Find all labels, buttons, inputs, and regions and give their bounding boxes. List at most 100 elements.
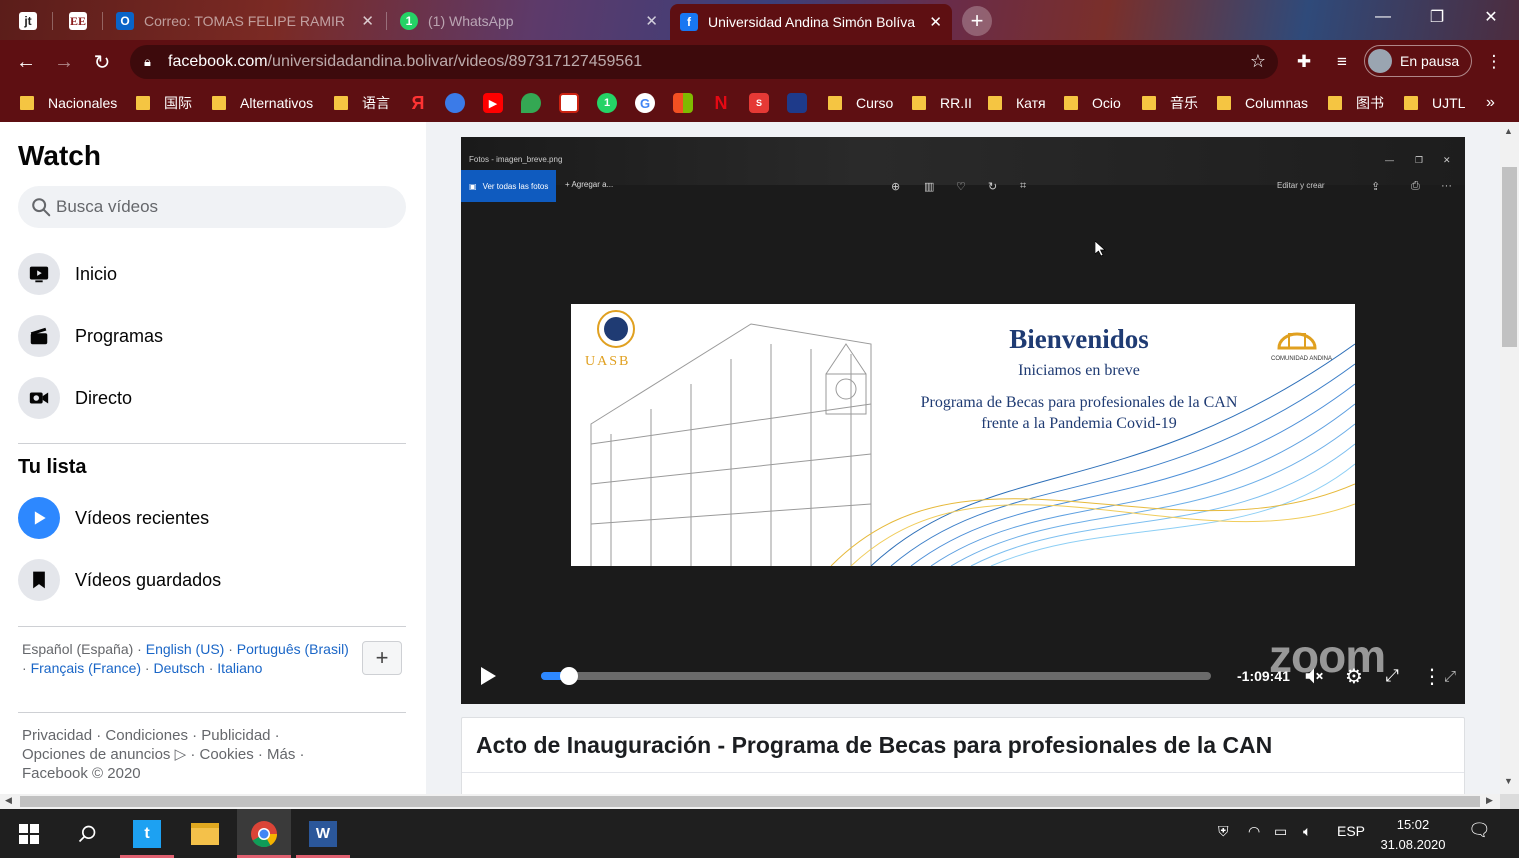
microsoft-icon[interactable]: [673, 93, 693, 113]
sidebar-item-recientes[interactable]: Vídeos recientes: [18, 494, 406, 542]
menu-kebab-icon[interactable]: ⋮: [1482, 50, 1506, 74]
bookmark-folder-yuyan[interactable]: 语言: [334, 92, 390, 114]
news-icon[interactable]: S: [749, 93, 769, 113]
search-placeholder: Busca vídeos: [56, 197, 159, 216]
youtube-icon[interactable]: ▶: [483, 93, 503, 113]
sidebar-item-guardados[interactable]: Vídeos guardados: [18, 556, 406, 604]
tab-whatsapp[interactable]: 1 (1) WhatsApp ✕: [390, 4, 668, 38]
tab-strip: jt EE O Correo: TOMAS FELIPE RAMIREZ ✕ 1…: [0, 0, 1519, 40]
close-icon[interactable]: ✕: [645, 12, 658, 30]
google-icon[interactable]: G: [635, 93, 655, 113]
bookmark-folder-ujtl[interactable]: UJTL: [1404, 92, 1465, 114]
minimize-button[interactable]: —: [1356, 0, 1410, 34]
fullscreen-icon[interactable]: ⤢: [1379, 663, 1405, 689]
tab-outlook[interactable]: O Correo: TOMAS FELIPE RAMIREZ ✕: [106, 4, 384, 38]
footer-link[interactable]: Publicidad: [201, 727, 270, 744]
scrollbar-thumb[interactable]: [1502, 167, 1517, 347]
maps-icon[interactable]: [521, 93, 541, 113]
bookmark-icon[interactable]: [787, 93, 807, 113]
search-input[interactable]: Busca vídeos: [18, 186, 406, 228]
bookmark-folder-nacionales[interactable]: Nacionales: [20, 92, 117, 114]
footer-link[interactable]: Condiciones: [105, 727, 188, 744]
scroll-left-arrow[interactable]: ◀: [5, 795, 12, 806]
yandex-icon[interactable]: Я: [408, 93, 428, 113]
whatsapp-icon[interactable]: 1: [597, 93, 617, 113]
profile-button[interactable]: En pausa: [1364, 45, 1472, 77]
globe-icon[interactable]: [445, 93, 465, 113]
bookmark-star-icon[interactable]: ☆: [1250, 51, 1266, 72]
bookmark-folder-curso[interactable]: Curso: [828, 92, 893, 114]
close-icon[interactable]: ✕: [361, 12, 374, 30]
folder-icon: [1404, 96, 1418, 110]
bookmarks-overflow-button[interactable]: »: [1486, 92, 1495, 114]
vertical-scrollbar[interactable]: ▲ ▼: [1500, 122, 1519, 794]
tab-pinned-jt[interactable]: jt: [8, 4, 48, 38]
sidebar-item-inicio[interactable]: Inicio: [18, 250, 406, 298]
banner-title: Bienvenidos: [1009, 324, 1149, 354]
scroll-down-arrow[interactable]: ▼: [1504, 776, 1513, 786]
scroll-right-arrow[interactable]: ▶: [1486, 795, 1493, 806]
bookmark-folder-yinyue[interactable]: 音乐: [1142, 92, 1198, 114]
language-link[interactable]: Deutsch: [153, 660, 204, 676]
taskbar-file-explorer[interactable]: [178, 809, 232, 858]
battery-icon[interactable]: ▭: [1274, 823, 1287, 840]
input-language[interactable]: ESP: [1337, 823, 1365, 839]
reload-button[interactable]: ↻: [88, 48, 116, 76]
print-icon: ⎙: [1411, 180, 1420, 192]
wifi-icon[interactable]: ◠: [1248, 823, 1260, 840]
sidebar-item-programas[interactable]: Programas: [18, 312, 406, 360]
video-progress-handle[interactable]: [560, 667, 578, 685]
netflix-icon[interactable]: N: [711, 93, 731, 113]
back-button[interactable]: ←: [12, 48, 40, 76]
play-button[interactable]: [481, 667, 496, 685]
taskbar-chrome[interactable]: [237, 809, 291, 858]
expand-icon[interactable]: ⤢: [1437, 663, 1463, 689]
restore-button[interactable]: ❐: [1410, 0, 1464, 34]
language-link[interactable]: Português (Brasil): [237, 641, 349, 657]
bookmark-folder-rrii[interactable]: RR.II: [912, 92, 972, 114]
bookmark-folder-guoji[interactable]: 国际: [136, 92, 192, 114]
address-bar[interactable]: 🔒︎ facebook.com/universidadandina.boliva…: [130, 45, 1278, 79]
taskbar-twitter[interactable]: t: [120, 809, 174, 858]
divider: [18, 712, 406, 713]
scrollbar-thumb[interactable]: [20, 796, 1480, 807]
tab-facebook-active[interactable]: f Universidad Andina Simón Bolíva ✕: [670, 4, 952, 40]
footer-link[interactable]: Opciones de anuncios: [22, 746, 170, 763]
folder-icon: [828, 96, 842, 110]
shield-crest-icon[interactable]: [559, 93, 579, 113]
close-window-button[interactable]: ✕: [1464, 0, 1518, 34]
bookmark-folder-columnas[interactable]: Columnas: [1217, 92, 1308, 114]
footer-link[interactable]: Cookies: [200, 746, 254, 763]
video-progress-track[interactable]: [541, 672, 1211, 680]
taskbar-search-button[interactable]: [60, 809, 114, 858]
bookmark-label: Alternativos: [240, 95, 314, 111]
extensions-puzzle-icon[interactable]: ✚: [1292, 50, 1316, 74]
tab-pinned-ee[interactable]: EE: [58, 4, 98, 38]
system-clock[interactable]: 15:02 31.08.2020: [1376, 815, 1450, 855]
start-button[interactable]: [2, 809, 56, 858]
volume-icon[interactable]: 🔈︎: [1303, 823, 1311, 840]
sidebar-item-directo[interactable]: Directo: [18, 374, 406, 422]
bookmark-folder-alternativos[interactable]: Alternativos: [212, 92, 313, 114]
settings-gear-icon[interactable]: ⚙: [1341, 663, 1367, 689]
bookmark-folder-katya[interactable]: Катя: [988, 92, 1046, 114]
new-tab-button[interactable]: +: [962, 6, 992, 36]
video-player[interactable]: Fotos - imagen_breve.png — ❐ ✕ ▣ Ver tod…: [461, 137, 1465, 704]
mute-icon[interactable]: [1301, 663, 1327, 689]
bookmark-folder-tushu[interactable]: 图书: [1328, 92, 1384, 114]
notifications-icon[interactable]: 🗨︎: [1468, 820, 1491, 841]
language-link[interactable]: Français (France): [31, 660, 141, 676]
close-icon[interactable]: ✕: [929, 13, 942, 31]
taskbar-word[interactable]: W: [296, 809, 350, 858]
more-languages-button[interactable]: +: [362, 641, 402, 675]
footer-link[interactable]: Privacidad: [22, 727, 92, 744]
bookmark-folder-ocio[interactable]: Ocio: [1064, 92, 1121, 114]
footer-link[interactable]: Más: [267, 746, 295, 763]
language-link[interactable]: Italiano: [217, 660, 262, 676]
media-queue-icon[interactable]: ≡: [1330, 50, 1354, 74]
defender-shield-icon[interactable]: ⛨: [1218, 823, 1229, 840]
forward-button[interactable]: →: [50, 48, 78, 76]
language-link[interactable]: English (US): [146, 641, 225, 657]
scroll-up-arrow[interactable]: ▲: [1504, 126, 1513, 136]
horizontal-scrollbar[interactable]: ◀ ▶: [0, 794, 1500, 809]
